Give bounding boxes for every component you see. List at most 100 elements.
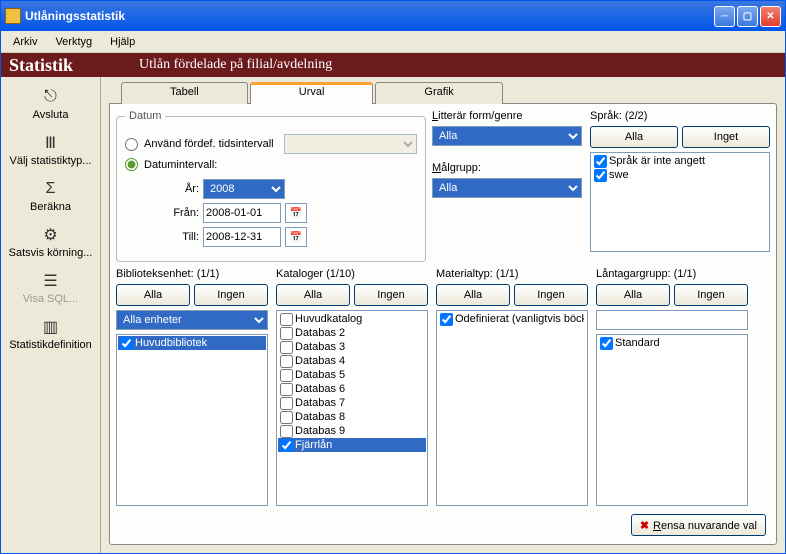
- sprak-listbox[interactable]: Språk är inte angett swe: [590, 152, 770, 252]
- littform-combo[interactable]: Alla: [432, 126, 582, 146]
- maximize-button[interactable]: ▢: [737, 6, 758, 27]
- katalog-label: Kataloger (1/10): [276, 268, 428, 280]
- batch-icon: ⚙: [39, 225, 63, 245]
- close-button[interactable]: ✕: [760, 6, 781, 27]
- sidebar-valj-statistiktyp[interactable]: Ⅲ Välj statistiktyp...: [1, 127, 100, 173]
- exit-icon: ⎋: [39, 87, 63, 107]
- katalog-item-check[interactable]: [280, 411, 293, 424]
- bars-icon: Ⅲ: [39, 133, 63, 153]
- minimize-button[interactable]: ─: [714, 6, 735, 27]
- material-alla-button[interactable]: Alla: [436, 284, 510, 306]
- clear-icon: ✖: [640, 520, 649, 532]
- material-label: Materialtyp: (1/1): [436, 268, 588, 280]
- sidebar-visa-sql: ☰ Visa SQL...: [1, 265, 100, 311]
- kataloger-section: Kataloger (1/10) Alla Ingen Huvudkatalog…: [276, 268, 428, 506]
- chart-icon: ▥: [39, 317, 63, 337]
- sprak-alla-button[interactable]: Alla: [590, 126, 678, 148]
- sprak-item-check[interactable]: [594, 169, 607, 182]
- biblio-alla-button[interactable]: Alla: [116, 284, 190, 306]
- till-input[interactable]: [203, 227, 281, 247]
- katalog-item-check[interactable]: [280, 355, 293, 368]
- katalog-item-check[interactable]: [280, 313, 293, 326]
- materialtyp-section: Materialtyp: (1/1) Alla Ingen Odefiniera…: [436, 268, 588, 506]
- calendar-icon[interactable]: 📅: [285, 227, 307, 247]
- katalog-item-check[interactable]: [280, 341, 293, 354]
- biblio-label: Biblioteksenhet: (1/1): [116, 268, 268, 280]
- radio-datum-interval[interactable]: [125, 158, 138, 171]
- ar-label: År:: [153, 183, 199, 195]
- sprak-item-check[interactable]: [594, 155, 607, 168]
- sidebar-label: Satsvis körning...: [9, 247, 93, 259]
- material-item-check[interactable]: [440, 313, 453, 326]
- sql-icon: ☰: [39, 271, 63, 291]
- lantagar-ingen-button[interactable]: Ingen: [674, 284, 748, 306]
- material-ingen-button[interactable]: Ingen: [514, 284, 588, 306]
- list-item-label: Databas 7: [295, 396, 345, 410]
- katalog-alla-button[interactable]: Alla: [276, 284, 350, 306]
- biblio-ingen-button[interactable]: Ingen: [194, 284, 268, 306]
- list-item-label: Databas 9: [295, 424, 345, 438]
- list-item-label: Standard: [615, 336, 660, 350]
- sidebar-label: Beräkna: [30, 201, 71, 213]
- ar-combo[interactable]: 2008: [203, 179, 285, 199]
- list-item-label: Databas 8: [295, 410, 345, 424]
- menu-hjalp[interactable]: Hjälp: [102, 34, 143, 50]
- lantagar-filter-input[interactable]: [596, 310, 748, 330]
- list-item-label: Databas 3: [295, 340, 345, 354]
- predef-combo: [284, 134, 417, 154]
- page-title: Statistik: [9, 55, 139, 76]
- sidebar-avsluta[interactable]: ⎋ Avsluta: [1, 81, 100, 127]
- katalog-item-check[interactable]: [280, 439, 293, 452]
- app-icon: [5, 8, 21, 24]
- rensa-button[interactable]: ✖Rensa nuvarande val: [631, 514, 766, 536]
- lantagar-listbox[interactable]: Standard: [596, 334, 748, 506]
- katalog-listbox[interactable]: Huvudkatalog Databas 2 Databas 3 Databas…: [276, 310, 428, 506]
- katalog-ingen-button[interactable]: Ingen: [354, 284, 428, 306]
- sidebar-berakna[interactable]: Σ Beräkna: [1, 173, 100, 219]
- biblio-item-check[interactable]: [120, 337, 133, 350]
- biblio-listbox[interactable]: Huvudbibliotek: [116, 334, 268, 506]
- lantagar-label: Låntagargrupp: (1/1): [596, 268, 748, 280]
- sprak-inget-button[interactable]: Inget: [682, 126, 770, 148]
- interval-label: Datumintervall:: [144, 159, 217, 171]
- titlebar: Utlåningsstatistik ─ ▢ ✕: [1, 1, 785, 31]
- material-listbox[interactable]: Odefinierat (vanligtvis böck: [436, 310, 588, 506]
- list-item-label: Fjärrlån: [295, 438, 332, 452]
- katalog-item-check[interactable]: [280, 425, 293, 438]
- tab-urval[interactable]: Urval: [250, 82, 374, 104]
- list-item-label: swe: [609, 168, 629, 182]
- menubar: Arkiv Verktyg Hjälp: [1, 31, 785, 53]
- list-item-label: Odefinierat (vanligtvis böck: [455, 312, 584, 326]
- datum-fieldset: Datum Använd fördef. tidsintervall Datum…: [116, 110, 426, 262]
- list-item-label: Huvudbibliotek: [135, 336, 207, 350]
- malgrupp-label: Målgrupp:: [432, 162, 582, 174]
- katalog-item-check[interactable]: [280, 383, 293, 396]
- radio-predef-interval[interactable]: [125, 138, 138, 151]
- calendar-icon[interactable]: 📅: [285, 203, 307, 223]
- tab-tabell[interactable]: Tabell: [121, 82, 248, 104]
- katalog-item-check[interactable]: [280, 327, 293, 340]
- lantagar-item-check[interactable]: [600, 337, 613, 350]
- menu-arkiv[interactable]: Arkiv: [5, 34, 45, 50]
- predef-label: Använd fördef. tidsintervall: [144, 138, 274, 150]
- sprak-label: Språk: (2/2): [590, 110, 770, 122]
- list-item-label: Huvudkatalog: [295, 312, 362, 326]
- menu-verktyg[interactable]: Verktyg: [47, 34, 100, 50]
- malgrupp-combo[interactable]: Alla: [432, 178, 582, 198]
- sidebar-label: Statistikdefinition: [9, 339, 92, 351]
- sidebar-label: Avsluta: [33, 109, 69, 121]
- tab-grafik[interactable]: Grafik: [375, 82, 502, 104]
- lantagargrupp-section: Låntagargrupp: (1/1) Alla Ingen Standard: [596, 268, 748, 506]
- fran-input[interactable]: [203, 203, 281, 223]
- till-label: Till:: [153, 231, 199, 243]
- biblio-combo[interactable]: Alla enheter: [116, 310, 268, 330]
- sigma-icon: Σ: [39, 179, 63, 199]
- list-item-label: Språk är inte angett: [609, 154, 705, 168]
- sidebar-satsvis[interactable]: ⚙ Satsvis körning...: [1, 219, 100, 265]
- tabs: Tabell Urval Grafik: [109, 81, 777, 103]
- sidebar-statistikdefinition[interactable]: ▥ Statistikdefinition: [1, 311, 100, 357]
- lantagar-alla-button[interactable]: Alla: [596, 284, 670, 306]
- katalog-item-check[interactable]: [280, 397, 293, 410]
- sidebar-label: Välj statistiktyp...: [10, 155, 92, 167]
- katalog-item-check[interactable]: [280, 369, 293, 382]
